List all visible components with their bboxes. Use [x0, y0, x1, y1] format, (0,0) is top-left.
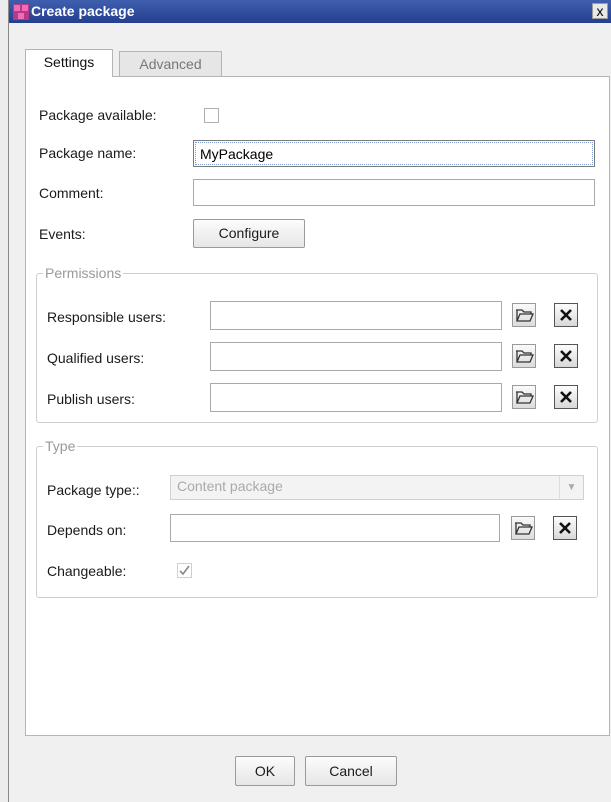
qualified-users-open-button[interactable]	[512, 344, 536, 368]
dialog-title: Create package	[31, 3, 135, 19]
package-app-icon	[13, 4, 29, 20]
close-button[interactable]: x	[592, 3, 608, 19]
clear-x-icon	[560, 391, 572, 403]
clear-x-icon	[560, 350, 572, 362]
chevron-down-icon: ▼	[559, 476, 583, 499]
permissions-group: Permissions Responsible users: Qualified…	[36, 265, 598, 423]
package-type-select[interactable]: Content package ▼	[170, 475, 584, 500]
title-bar[interactable]: Create package x	[9, 0, 611, 23]
depends-on-clear-button[interactable]	[553, 516, 577, 540]
folder-open-icon	[516, 309, 534, 322]
changeable-label: Changeable:	[47, 563, 127, 579]
create-package-dialog: Create package x Settings Advanced Packa…	[8, 0, 611, 802]
type-legend: Type	[43, 438, 78, 454]
tab-settings-label: Settings	[43, 54, 95, 70]
configure-button[interactable]: Configure	[193, 219, 305, 248]
tab-advanced-label: Advanced	[139, 56, 202, 72]
responsible-users-input[interactable]	[210, 301, 502, 330]
qualified-users-clear-button[interactable]	[554, 344, 578, 368]
folder-open-icon	[516, 350, 534, 363]
changeable-checkbox[interactable]	[177, 563, 192, 578]
checkmark-icon	[179, 565, 190, 576]
comment-label: Comment:	[39, 185, 104, 201]
publish-users-open-button[interactable]	[512, 385, 536, 409]
depends-on-label: Depends on:	[47, 522, 127, 538]
package-type-value: Content package	[177, 478, 283, 494]
tab-settings[interactable]: Settings	[25, 49, 113, 77]
cancel-button[interactable]: Cancel	[305, 756, 397, 786]
responsible-users-clear-button[interactable]	[554, 303, 578, 327]
package-type-label: Package type::	[47, 482, 140, 498]
clear-x-icon	[559, 522, 571, 534]
publish-users-clear-button[interactable]	[554, 385, 578, 409]
package-name-input[interactable]	[193, 140, 595, 167]
clear-x-icon	[560, 309, 572, 321]
comment-input[interactable]	[193, 179, 595, 206]
type-group: Type Package type:: Content package ▼ De…	[36, 438, 598, 598]
ok-button[interactable]: OK	[235, 756, 295, 786]
package-available-checkbox[interactable]	[204, 108, 219, 123]
publish-users-input[interactable]	[210, 383, 502, 412]
package-available-label: Package available:	[39, 107, 157, 123]
depends-on-open-button[interactable]	[511, 516, 535, 540]
package-name-label: Package name:	[39, 145, 137, 161]
close-icon: x	[596, 3, 604, 19]
qualified-users-input[interactable]	[210, 342, 502, 371]
responsible-users-open-button[interactable]	[512, 303, 536, 327]
responsible-users-label: Responsible users:	[47, 309, 167, 325]
permissions-legend: Permissions	[43, 265, 124, 281]
folder-open-icon	[515, 522, 533, 535]
publish-users-label: Publish users:	[47, 391, 135, 407]
tab-advanced[interactable]: Advanced	[119, 51, 222, 77]
folder-open-icon	[516, 391, 534, 404]
events-label: Events:	[39, 226, 86, 242]
qualified-users-label: Qualified users:	[47, 350, 145, 366]
settings-panel: Package available: Package name: Comment…	[25, 76, 610, 736]
depends-on-input[interactable]	[170, 514, 500, 542]
